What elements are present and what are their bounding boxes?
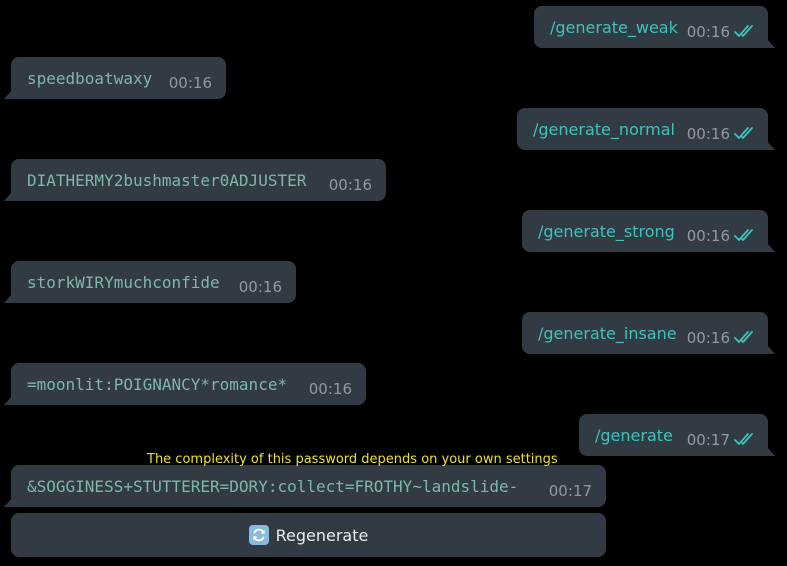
password-text[interactable]: storkWIRYmuchconfide: [27, 273, 220, 292]
command-text: /generate_insane: [538, 324, 677, 343]
incoming-message[interactable]: =moonlit:POIGNANCY*romance* 00:16: [4, 363, 366, 405]
read-receipt-icon: [734, 127, 753, 139]
outgoing-message[interactable]: /generate 00:17: [579, 414, 775, 456]
inline-note: The complexity of this password depends …: [147, 452, 558, 467]
message-time: 00:16: [686, 227, 730, 245]
command-text: /generate_strong: [538, 222, 675, 241]
message-time: 00:16: [238, 278, 282, 296]
read-receipt-icon: [734, 229, 753, 241]
refresh-icon: [248, 525, 269, 545]
command-text: /generate_weak: [550, 18, 678, 37]
message-time: 00:16: [686, 125, 730, 143]
message-time: 00:16: [328, 176, 372, 194]
outgoing-message[interactable]: /generate_normal 00:16: [517, 108, 775, 150]
outgoing-message[interactable]: /generate_insane 00:16: [522, 312, 775, 354]
password-text[interactable]: DIATHERMY2bushmaster0ADJUSTER: [27, 171, 306, 190]
password-text[interactable]: =moonlit:POIGNANCY*romance*: [27, 375, 287, 394]
message-time: 00:16: [686, 23, 730, 41]
incoming-message[interactable]: speedboatwaxy 00:16: [4, 57, 226, 99]
message-time: 00:16: [686, 329, 730, 347]
read-receipt-icon: [734, 331, 753, 343]
incoming-message[interactable]: storkWIRYmuchconfide 00:16: [4, 261, 296, 303]
message-time: 00:16: [308, 380, 352, 398]
regenerate-label: Regenerate: [275, 525, 369, 545]
outgoing-message[interactable]: /generate_strong 00:16: [522, 210, 775, 252]
incoming-message[interactable]: DIATHERMY2bushmaster0ADJUSTER 00:16: [4, 159, 386, 201]
read-receipt-icon: [734, 433, 753, 445]
message-time: 00:17: [548, 482, 592, 500]
read-receipt-icon: [734, 25, 753, 37]
password-text[interactable]: speedboatwaxy: [27, 69, 152, 88]
password-text[interactable]: &SOGGINESS+STUTTERER=DORY:collect=FROTHY…: [27, 477, 518, 496]
command-text: /generate: [595, 426, 673, 445]
regenerate-button[interactable]: Regenerate: [11, 513, 606, 557]
message-time: 00:17: [686, 431, 730, 449]
incoming-message[interactable]: &SOGGINESS+STUTTERER=DORY:collect=FROTHY…: [4, 465, 606, 507]
chat-view: /generate_weak 00:16 speedboatwaxy 00:16/ge…: [0, 0, 787, 566]
outgoing-message[interactable]: /generate_weak 00:16: [534, 6, 775, 48]
message-time: 00:16: [168, 74, 212, 92]
command-text: /generate_normal: [533, 120, 675, 139]
